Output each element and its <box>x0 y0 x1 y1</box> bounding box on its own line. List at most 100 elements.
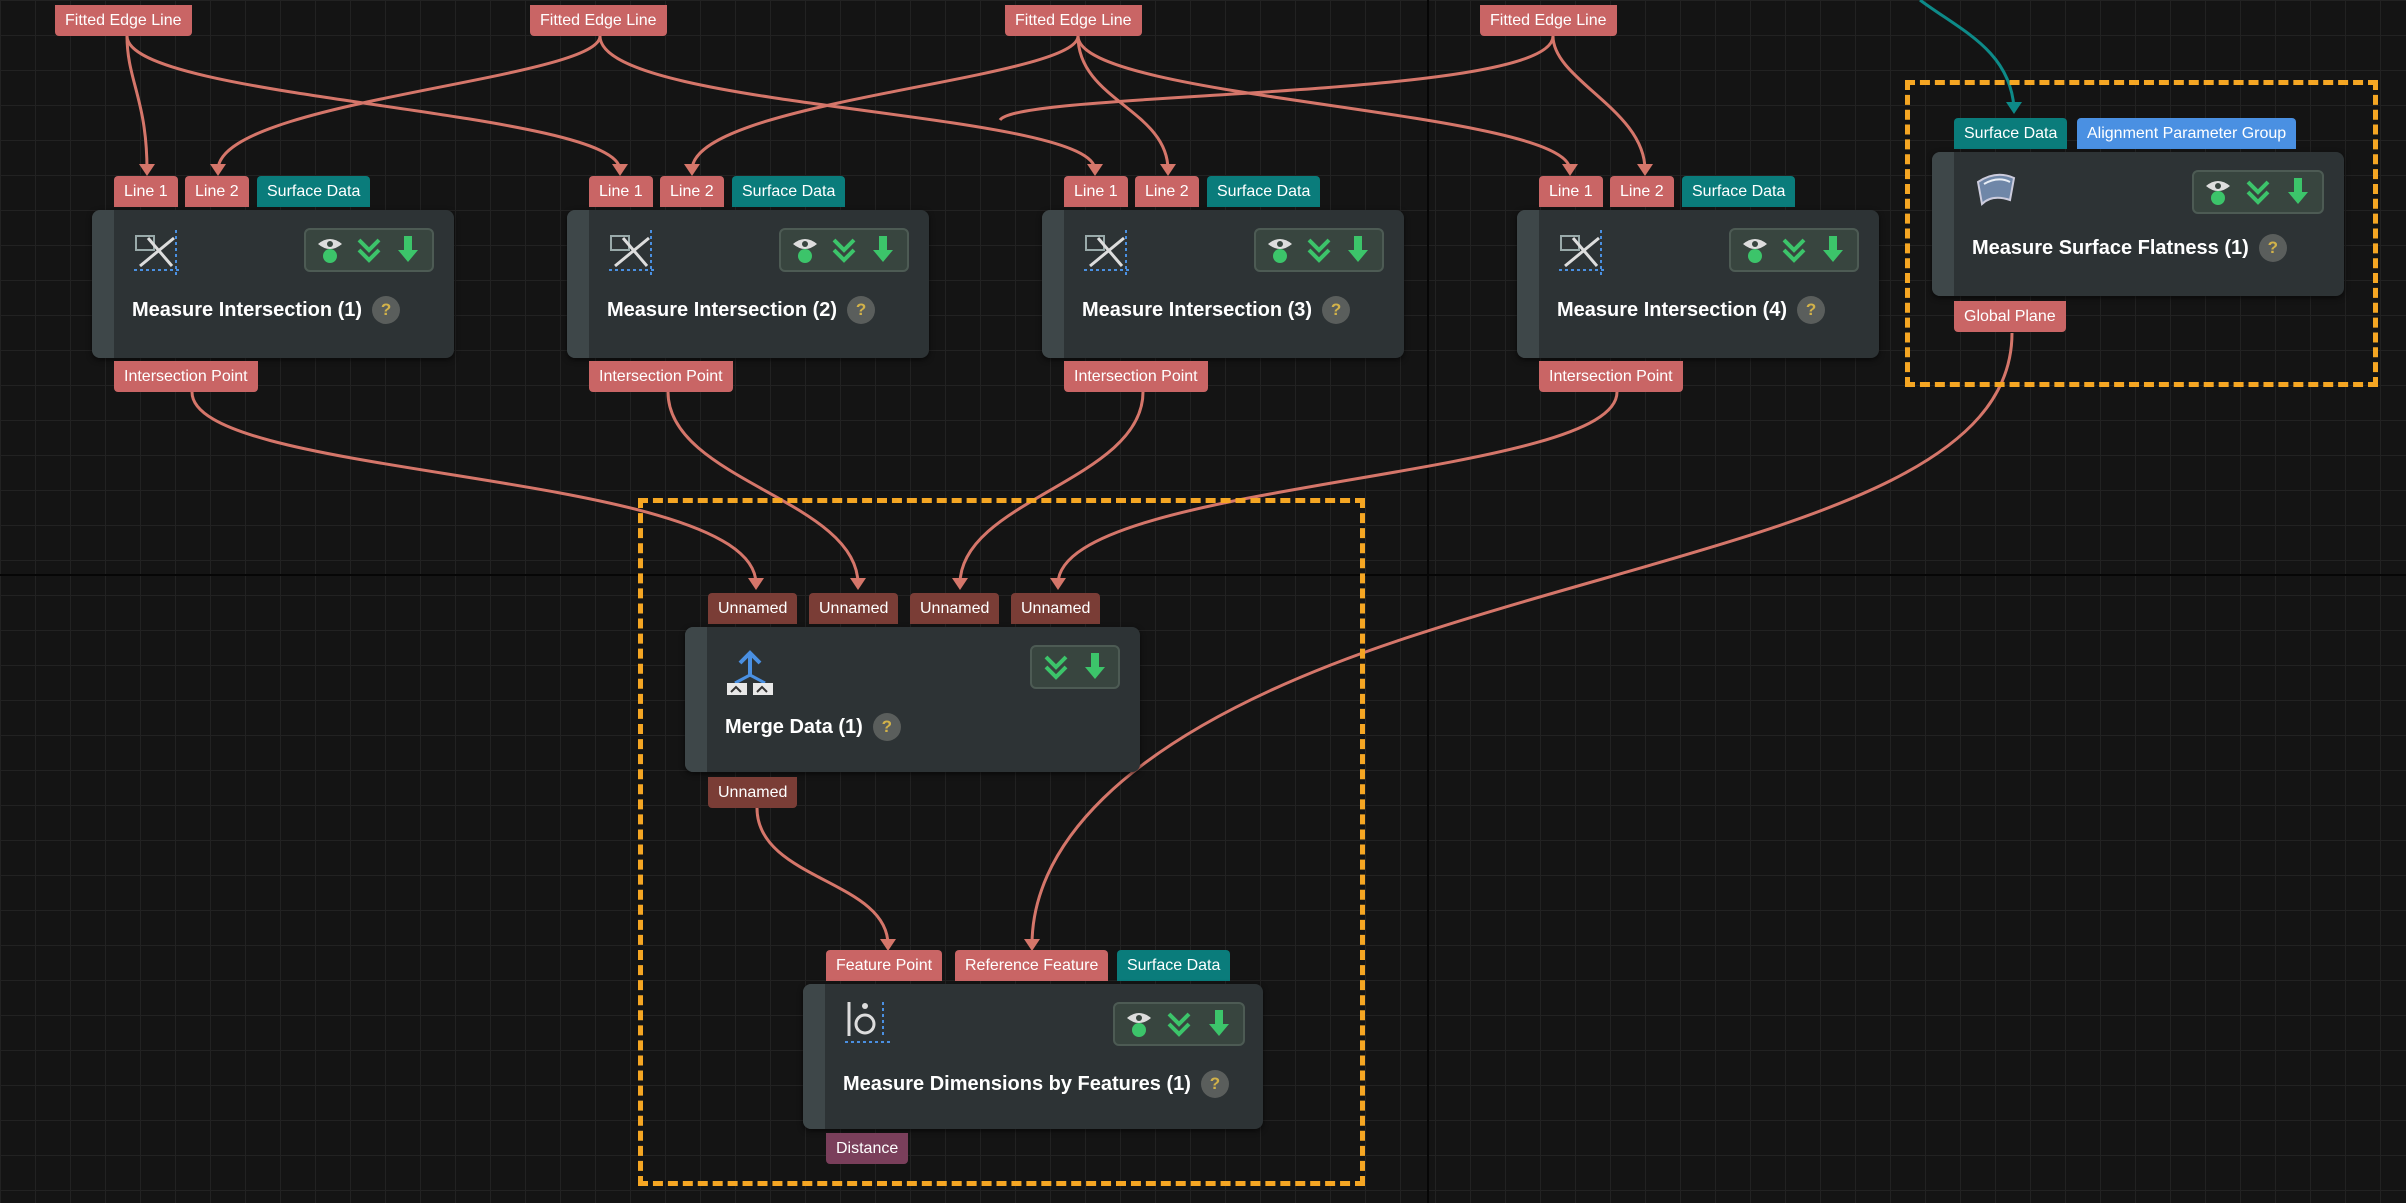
intersection-tool-icon <box>1559 230 1605 276</box>
output-port-intersection-point[interactable]: Intersection Point <box>589 361 733 392</box>
intersection-tool-icon <box>134 230 180 276</box>
output-port-fitted-edge-line[interactable]: Fitted Edge Line <box>530 5 667 36</box>
help-icon[interactable]: ? <box>872 713 901 741</box>
input-port-line-1[interactable]: Line 1 <box>1539 176 1603 207</box>
wire <box>598 35 1097 171</box>
help-icon[interactable]: ? <box>1200 1070 1229 1098</box>
node-card[interactable]: Measure Intersection (3) ? <box>1042 210 1404 358</box>
merge-data-icon <box>727 650 773 695</box>
node-stripe <box>567 210 589 358</box>
double-chevron-down-icon[interactable] <box>2240 174 2276 210</box>
eye-person-icon[interactable] <box>787 232 823 268</box>
node-card[interactable]: Measure Intersection (4) ? <box>1517 210 1879 358</box>
help-icon[interactable]: ? <box>372 296 401 324</box>
green-down-arrow-icon[interactable] <box>390 232 426 268</box>
node-controls <box>1113 1002 1245 1046</box>
wire <box>1551 35 1647 171</box>
node-controls <box>2192 170 2324 214</box>
double-chevron-down-icon[interactable] <box>1161 1006 1197 1042</box>
node-stripe <box>92 210 114 358</box>
input-port-line-2[interactable]: Line 2 <box>660 176 724 207</box>
input-port-reference-feature[interactable]: Reference Feature <box>955 950 1109 981</box>
node-card[interactable]: Measure Dimensions by Features (1) ? <box>803 984 1263 1129</box>
wire <box>216 35 602 171</box>
output-port-intersection-point[interactable]: Intersection Point <box>114 361 258 392</box>
node-controls <box>1030 645 1120 689</box>
green-down-arrow-icon[interactable] <box>1815 232 1851 268</box>
double-chevron-down-icon[interactable] <box>1038 649 1074 685</box>
eye-person-icon[interactable] <box>2200 174 2236 210</box>
help-icon[interactable]: ? <box>847 296 876 324</box>
node-stripe <box>685 627 707 772</box>
input-port-surface-data[interactable]: Surface Data <box>1117 950 1231 981</box>
double-chevron-down-icon[interactable] <box>351 232 387 268</box>
node-controls <box>304 228 434 272</box>
node-title: Measure Surface Flatness (1) <box>1972 236 2249 259</box>
input-port-surface-data[interactable]: Surface Data <box>257 176 371 207</box>
input-port-line-2[interactable]: Line 2 <box>1610 176 1674 207</box>
node-stripe <box>803 984 825 1129</box>
green-down-arrow-icon[interactable] <box>1340 232 1376 268</box>
help-icon[interactable]: ? <box>1322 296 1351 324</box>
node-controls <box>1254 228 1384 272</box>
input-port-line-1[interactable]: Line 1 <box>1064 176 1128 207</box>
input-port-unnamed[interactable]: Unnamed <box>1011 593 1101 624</box>
node-controls <box>1729 228 1859 272</box>
eye-person-icon[interactable] <box>1121 1006 1157 1042</box>
double-chevron-down-icon[interactable] <box>826 232 862 268</box>
intersection-tool-icon <box>609 230 655 276</box>
input-port-line-2[interactable]: Line 2 <box>185 176 249 207</box>
output-port-global-plane[interactable]: Global Plane <box>1954 301 2066 332</box>
help-icon[interactable]: ? <box>1797 296 1826 324</box>
node-card[interactable]: Merge Data (1) ? <box>685 627 1140 772</box>
double-chevron-down-icon[interactable] <box>1776 232 1812 268</box>
node-title: Measure Intersection (3) <box>1082 298 1313 321</box>
input-port-unnamed[interactable]: Unnamed <box>708 593 798 624</box>
node-card[interactable]: Measure Surface Flatness (1) ? <box>1932 152 2344 296</box>
eye-person-icon[interactable] <box>312 232 348 268</box>
input-port-surface-data[interactable]: Surface Data <box>1682 176 1796 207</box>
input-port-unnamed[interactable]: Unnamed <box>910 593 1000 624</box>
output-port-intersection-point[interactable]: Intersection Point <box>1539 361 1683 392</box>
node-title: Merge Data (1) <box>725 715 863 738</box>
node-controls <box>779 228 909 272</box>
input-port-line-1[interactable]: Line 1 <box>114 176 178 207</box>
surface-flatness-icon <box>1976 173 2016 207</box>
wire <box>690 35 1080 171</box>
input-port-feature-point[interactable]: Feature Point <box>826 950 943 981</box>
node-stripe <box>1932 152 1954 296</box>
eye-person-icon[interactable] <box>1262 232 1298 268</box>
help-icon[interactable]: ? <box>2258 234 2287 262</box>
input-port-surface-data[interactable]: Surface Data <box>1954 118 2068 149</box>
dimension-measure-icon <box>845 1002 891 1043</box>
intersection-tool-icon <box>1084 230 1130 276</box>
node-title: Measure Intersection (1) <box>132 298 363 321</box>
output-port-fitted-edge-line[interactable]: Fitted Edge Line <box>1005 5 1142 36</box>
green-down-arrow-icon[interactable] <box>2280 174 2316 210</box>
green-down-arrow-icon[interactable] <box>1201 1006 1237 1042</box>
input-port-alignment-parameter-group[interactable]: Alignment Parameter Group <box>2077 118 2297 149</box>
node-title: Measure Intersection (2) <box>607 298 838 321</box>
eye-person-icon[interactable] <box>1737 232 1773 268</box>
input-port-surface-data[interactable]: Surface Data <box>732 176 846 207</box>
wire <box>1076 35 1572 171</box>
wire <box>125 35 622 171</box>
output-port-unnamed[interactable]: Unnamed <box>708 777 798 808</box>
node-stripe <box>1517 210 1539 358</box>
input-port-unnamed[interactable]: Unnamed <box>809 593 899 624</box>
output-port-intersection-point[interactable]: Intersection Point <box>1064 361 1208 392</box>
input-port-line-2[interactable]: Line 2 <box>1135 176 1199 207</box>
input-port-line-1[interactable]: Line 1 <box>589 176 653 207</box>
green-down-arrow-icon[interactable] <box>865 232 901 268</box>
output-port-fitted-edge-line[interactable]: Fitted Edge Line <box>55 5 192 36</box>
output-port-distance[interactable]: Distance <box>826 1133 909 1164</box>
node-title: Measure Intersection (4) <box>1557 298 1788 321</box>
input-port-surface-data[interactable]: Surface Data <box>1207 176 1321 207</box>
double-chevron-down-icon[interactable] <box>1301 232 1337 268</box>
node-title: Measure Dimensions by Features (1) <box>843 1072 1191 1095</box>
node-card[interactable]: Measure Intersection (2) ? <box>567 210 929 358</box>
output-port-fitted-edge-line[interactable]: Fitted Edge Line <box>1480 5 1617 36</box>
node-card[interactable]: Measure Intersection (1) ? <box>92 210 454 358</box>
green-down-arrow-icon[interactable] <box>1077 649 1113 685</box>
node-stripe <box>1042 210 1064 358</box>
